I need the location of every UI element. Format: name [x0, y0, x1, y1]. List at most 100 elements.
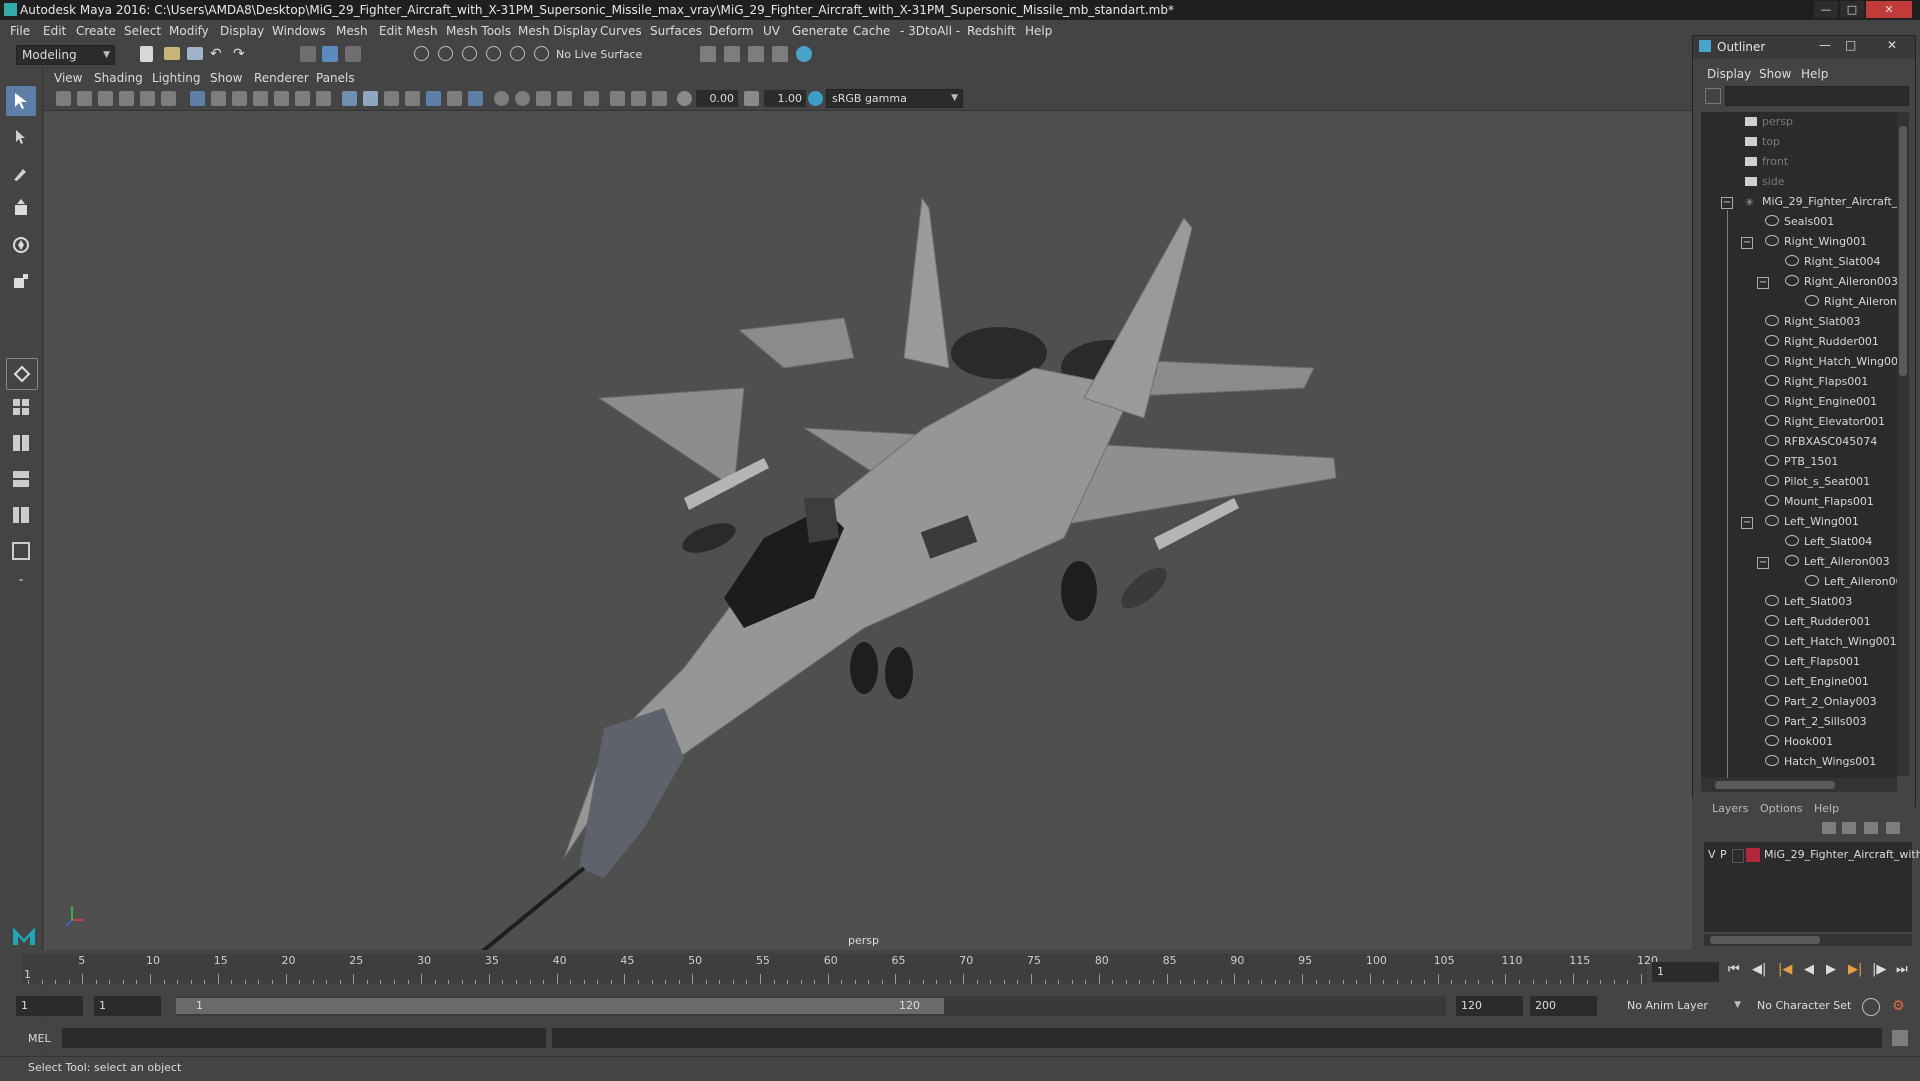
scale-tool[interactable]	[6, 266, 36, 296]
menu-create[interactable]: Create	[76, 24, 116, 38]
soft-select-tool[interactable]	[6, 358, 38, 390]
current-frame-field[interactable]: 1	[1652, 962, 1719, 982]
layer-playback-toggle[interactable]: P	[1720, 848, 1727, 861]
collapse-icon[interactable]: −	[1757, 557, 1769, 569]
maximize-icon[interactable]: □	[1840, 1, 1864, 18]
go-to-start-icon[interactable]: ⏮	[1728, 962, 1740, 977]
select-tool[interactable]	[6, 86, 36, 116]
layout-two-pane-icon[interactable]	[6, 428, 36, 456]
outliner-item[interactable]: Right_Aileron003	[1785, 272, 1897, 292]
range-slider[interactable]: 1 120	[176, 996, 1446, 1016]
scrollbar-thumb[interactable]	[1899, 126, 1907, 376]
outliner-item[interactable]: Right_Engine001	[1765, 392, 1877, 412]
render-view-icon[interactable]	[796, 46, 812, 62]
hypershade-icon[interactable]	[772, 46, 788, 62]
select-by-hierarchy-icon[interactable]	[300, 46, 316, 62]
menu-curves[interactable]: Curves	[600, 24, 642, 38]
layer-move-up-icon[interactable]	[1822, 822, 1836, 834]
render-frame-icon[interactable]	[724, 46, 740, 62]
animation-preferences-icon[interactable]: ⚙	[1892, 998, 1905, 1014]
menu-generate[interactable]: Generate	[792, 24, 848, 38]
step-forward-key-icon[interactable]: |▶	[1872, 962, 1886, 977]
menu-help[interactable]: Help	[1025, 24, 1052, 38]
outliner-item[interactable]: Right_Rudder001	[1765, 332, 1879, 352]
outliner-menu-show[interactable]: Show	[1759, 67, 1791, 81]
mode-dropdown[interactable]: Modeling ▼	[16, 45, 115, 65]
layer-row[interactable]: V P MiG_29_Fighter_Aircraft_with	[1704, 846, 1920, 864]
play-forwards-icon[interactable]: ▶	[1826, 962, 1836, 977]
layout-outliner-icon[interactable]	[6, 464, 36, 492]
minimize-icon[interactable]: —	[1814, 1, 1838, 18]
outliner-item[interactable]: top	[1745, 132, 1780, 152]
snap-magnet-icon[interactable]	[534, 46, 549, 61]
snap-view-plane-icon[interactable]	[486, 46, 501, 61]
menu-display[interactable]: Display	[220, 24, 264, 38]
layer-color-swatch[interactable]	[1746, 848, 1760, 862]
menu-edit-mesh[interactable]: Edit Mesh	[379, 24, 438, 38]
menu-mesh-tools[interactable]: Mesh Tools	[446, 24, 511, 38]
outliner-maximize-icon[interactable]: □	[1845, 38, 1856, 52]
lasso-tool[interactable]	[6, 122, 36, 152]
viewport-persp[interactable]: View Shading Lighting Show Renderer Pane…	[44, 68, 1692, 950]
layer-name[interactable]: MiG_29_Fighter_Aircraft_with	[1764, 848, 1920, 861]
layers-menu-help[interactable]: Help	[1814, 802, 1839, 815]
outliner-item[interactable]: Hatch_Wings001	[1765, 752, 1876, 772]
range-slider-handle[interactable]: 1 120	[176, 998, 944, 1014]
outliner-item[interactable]: Left_Rudder001	[1765, 612, 1871, 632]
step-back-frame-icon[interactable]: |◀	[1778, 962, 1792, 977]
outliner-item[interactable]: Right_Slat004	[1785, 252, 1881, 272]
snap-point-icon[interactable]	[462, 46, 477, 61]
outliner-menu-display[interactable]: Display	[1707, 67, 1751, 81]
time-ruler[interactable]: 5 10 15 20 25 30 35 40 45 50 55 60 65 70 75 80 85 90 95 100…	[22, 954, 1658, 984]
outliner-item[interactable]: Right_Slat003	[1765, 312, 1861, 332]
save-scene-icon[interactable]	[187, 47, 203, 60]
outliner-item[interactable]: side	[1745, 172, 1785, 192]
character-set-dropdown[interactable]: No Character Set	[1752, 996, 1867, 1015]
current-frame-marker[interactable]: 1	[24, 968, 31, 981]
rotate-tool[interactable]	[6, 230, 36, 260]
collapse-icon[interactable]: −	[1757, 277, 1769, 289]
menu-modify[interactable]: Modify	[169, 24, 209, 38]
layout-graph-icon[interactable]	[6, 500, 36, 528]
command-input[interactable]	[62, 1028, 546, 1048]
outliner-close-icon[interactable]: ✕	[1887, 38, 1897, 52]
playback-end-field[interactable]: 120	[1456, 996, 1523, 1016]
outliner-item[interactable]: Left_Aileron00	[1805, 572, 1897, 592]
outliner-item[interactable]: Hook001	[1765, 732, 1833, 752]
more-layouts-icon[interactable]: -	[6, 572, 36, 592]
mig29-mesh[interactable]	[444, 196, 1337, 950]
scrollbar-thumb[interactable]	[1710, 936, 1820, 944]
collapse-icon[interactable]: −	[1721, 197, 1733, 209]
step-back-key-icon[interactable]: ◀|	[1752, 962, 1766, 977]
layer-scrollbar[interactable]	[1704, 934, 1912, 946]
collapse-icon[interactable]: −	[1741, 517, 1753, 529]
outliner-item[interactable]: front	[1745, 152, 1788, 172]
snap-grid-icon[interactable]	[414, 46, 429, 61]
play-backwards-icon[interactable]: ◀	[1804, 962, 1814, 977]
redo-icon[interactable]: ↷	[233, 46, 249, 62]
outliner-menu-help[interactable]: Help	[1801, 67, 1828, 81]
new-layer-icon[interactable]	[1864, 822, 1878, 834]
collapse-icon[interactable]: −	[1741, 237, 1753, 249]
outliner-item[interactable]: Seals001	[1765, 212, 1834, 232]
time-slider[interactable]: 5 10 15 20 25 30 35 40 45 50 55 60 65 70 75 80 85 90 95 100…	[0, 950, 1920, 988]
aircraft-model[interactable]	[44, 68, 1692, 950]
menu-deform[interactable]: Deform	[709, 24, 754, 38]
outliner-search-input[interactable]	[1725, 86, 1909, 106]
outliner-item[interactable]: Left_Slat004	[1785, 532, 1872, 552]
command-language-label[interactable]: MEL	[28, 1032, 51, 1045]
layers-menu-options[interactable]: Options	[1760, 802, 1802, 815]
layers-menu-layers[interactable]: Layers	[1712, 802, 1748, 815]
new-scene-icon[interactable]	[140, 46, 153, 62]
anim-layer-dropdown[interactable]: No Anim Layer ▼	[1622, 996, 1745, 1015]
menu-windows[interactable]: Windows	[272, 24, 326, 38]
menu-mesh[interactable]: Mesh	[336, 24, 368, 38]
outliner-item[interactable]: ✳ MiG_29_Fighter_Aircraft_v	[1745, 192, 1897, 212]
snap-live-icon[interactable]	[510, 46, 525, 61]
go-to-end-icon[interactable]: ⏭	[1896, 962, 1908, 977]
animation-end-field[interactable]: 200	[1530, 996, 1597, 1016]
layout-quad-icon[interactable]	[6, 392, 36, 420]
outliner-item[interactable]: Left_Wing001	[1765, 512, 1859, 532]
select-by-component-icon[interactable]	[345, 46, 361, 62]
layer-move-down-icon[interactable]	[1842, 822, 1856, 834]
